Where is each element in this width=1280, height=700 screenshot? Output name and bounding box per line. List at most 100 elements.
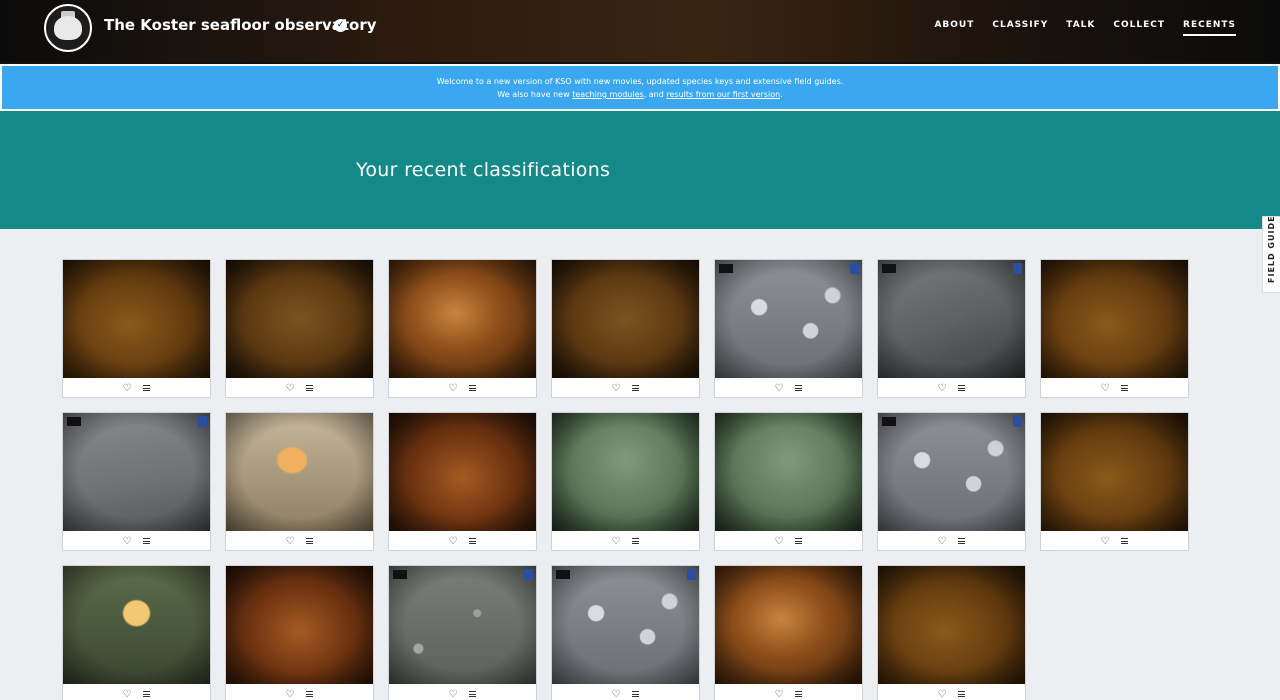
logo-badge: [524, 569, 533, 580]
heart-icon[interactable]: ♡: [773, 382, 786, 395]
card-actions: ♡: [226, 378, 373, 398]
heart-icon[interactable]: ♡: [284, 688, 297, 700]
classification-thumbnail[interactable]: [63, 566, 210, 684]
nav-recents[interactable]: RECENTS: [1183, 20, 1236, 36]
heart-icon[interactable]: ♡: [121, 535, 134, 548]
classification-thumbnail[interactable]: [715, 566, 862, 684]
classification-card[interactable]: ♡: [225, 412, 374, 551]
classification-thumbnail[interactable]: [226, 566, 373, 684]
nav-talk[interactable]: TALK: [1066, 20, 1095, 36]
heart-icon[interactable]: ♡: [284, 382, 297, 395]
list-icon[interactable]: [140, 382, 153, 395]
heart-icon[interactable]: ♡: [936, 688, 949, 700]
classification-card[interactable]: ♡: [225, 565, 374, 700]
classification-card[interactable]: ♡: [551, 412, 700, 551]
list-icon[interactable]: [629, 382, 642, 395]
heart-icon[interactable]: ♡: [121, 688, 134, 700]
nav-about[interactable]: ABOUT: [934, 20, 974, 36]
classification-thumbnail[interactable]: [715, 413, 862, 531]
classification-thumbnail[interactable]: [1041, 260, 1188, 378]
field-guide-tab[interactable]: FIELD GUIDE: [1262, 215, 1280, 293]
list-icon[interactable]: [629, 535, 642, 548]
list-icon[interactable]: [1118, 382, 1131, 395]
card-actions: ♡: [389, 531, 536, 551]
card-actions: ♡: [389, 684, 536, 700]
heart-icon[interactable]: ♡: [447, 382, 460, 395]
classification-thumbnail[interactable]: [878, 566, 1025, 684]
classification-card[interactable]: ♡: [1040, 259, 1189, 398]
page-title: Your recent classifications: [356, 159, 611, 181]
classification-thumbnail[interactable]: [389, 260, 536, 378]
classification-thumbnail[interactable]: [552, 260, 699, 378]
project-logo[interactable]: [44, 4, 92, 52]
classification-card[interactable]: ♡: [877, 412, 1026, 551]
list-icon[interactable]: [955, 688, 968, 700]
classification-card[interactable]: ♡: [714, 565, 863, 700]
list-icon[interactable]: [1118, 535, 1131, 548]
results-link[interactable]: results from our first version: [666, 90, 780, 99]
heart-icon[interactable]: ♡: [773, 688, 786, 700]
camera-badge: [556, 570, 570, 579]
heart-icon[interactable]: ♡: [447, 688, 460, 700]
list-icon[interactable]: [466, 688, 479, 700]
classification-card[interactable]: ♡: [714, 259, 863, 398]
list-icon[interactable]: [792, 382, 805, 395]
classification-thumbnail[interactable]: [552, 413, 699, 531]
list-icon[interactable]: [140, 535, 153, 548]
list-icon[interactable]: [792, 535, 805, 548]
classification-thumbnail[interactable]: [1041, 413, 1188, 531]
nav-classify[interactable]: CLASSIFY: [992, 20, 1048, 36]
classification-thumbnail[interactable]: [878, 413, 1025, 531]
classification-thumbnail[interactable]: [715, 260, 862, 378]
card-actions: ♡: [715, 684, 862, 700]
classification-thumbnail[interactable]: [552, 566, 699, 684]
heart-icon[interactable]: ♡: [610, 688, 623, 700]
list-icon[interactable]: [140, 688, 153, 700]
heart-icon[interactable]: ♡: [121, 382, 134, 395]
classification-card[interactable]: ♡: [62, 412, 211, 551]
nav-collect[interactable]: COLLECT: [1113, 20, 1165, 36]
heart-icon[interactable]: ♡: [1099, 535, 1112, 548]
classification-card[interactable]: ♡: [714, 412, 863, 551]
classification-card[interactable]: ♡: [877, 259, 1026, 398]
heart-icon[interactable]: ♡: [610, 382, 623, 395]
classification-card[interactable]: ♡: [225, 259, 374, 398]
teaching-modules-link[interactable]: teaching modules: [572, 90, 644, 99]
heart-icon[interactable]: ♡: [936, 535, 949, 548]
list-icon[interactable]: [955, 382, 968, 395]
classification-card[interactable]: ♡: [551, 565, 700, 700]
list-icon[interactable]: [792, 688, 805, 700]
heart-icon[interactable]: ♡: [773, 535, 786, 548]
camera-badge: [67, 417, 81, 426]
classification-card[interactable]: ♡: [388, 565, 537, 700]
classification-card[interactable]: ♡: [388, 412, 537, 551]
classification-thumbnail[interactable]: [226, 260, 373, 378]
classification-card[interactable]: ♡: [1040, 412, 1189, 551]
list-icon[interactable]: [303, 688, 316, 700]
classification-thumbnail[interactable]: [63, 413, 210, 531]
heart-icon[interactable]: ♡: [284, 535, 297, 548]
classification-thumbnail[interactable]: [226, 413, 373, 531]
classification-card[interactable]: ♡: [62, 259, 211, 398]
classification-card[interactable]: ♡: [388, 259, 537, 398]
classification-card[interactable]: ♡: [62, 565, 211, 700]
classification-thumbnail[interactable]: [389, 566, 536, 684]
announcement-banner: Welcome to a new version of KSO with new…: [0, 64, 1280, 111]
heart-icon[interactable]: ♡: [447, 535, 460, 548]
heart-icon[interactable]: ♡: [610, 535, 623, 548]
classification-thumbnail[interactable]: [878, 260, 1025, 378]
list-icon[interactable]: [303, 382, 316, 395]
list-icon[interactable]: [466, 535, 479, 548]
classification-card[interactable]: ♡: [877, 565, 1026, 700]
classification-thumbnail[interactable]: [389, 413, 536, 531]
list-icon[interactable]: [466, 382, 479, 395]
classification-thumbnail[interactable]: [63, 260, 210, 378]
site-header: The Koster seafloor observatory ✓ ABOUT …: [0, 0, 1280, 64]
list-icon[interactable]: [629, 688, 642, 700]
list-icon[interactable]: [955, 535, 968, 548]
classification-card[interactable]: ♡: [551, 259, 700, 398]
check-circle-icon: ✓: [334, 19, 347, 32]
list-icon[interactable]: [303, 535, 316, 548]
heart-icon[interactable]: ♡: [1099, 382, 1112, 395]
heart-icon[interactable]: ♡: [936, 382, 949, 395]
